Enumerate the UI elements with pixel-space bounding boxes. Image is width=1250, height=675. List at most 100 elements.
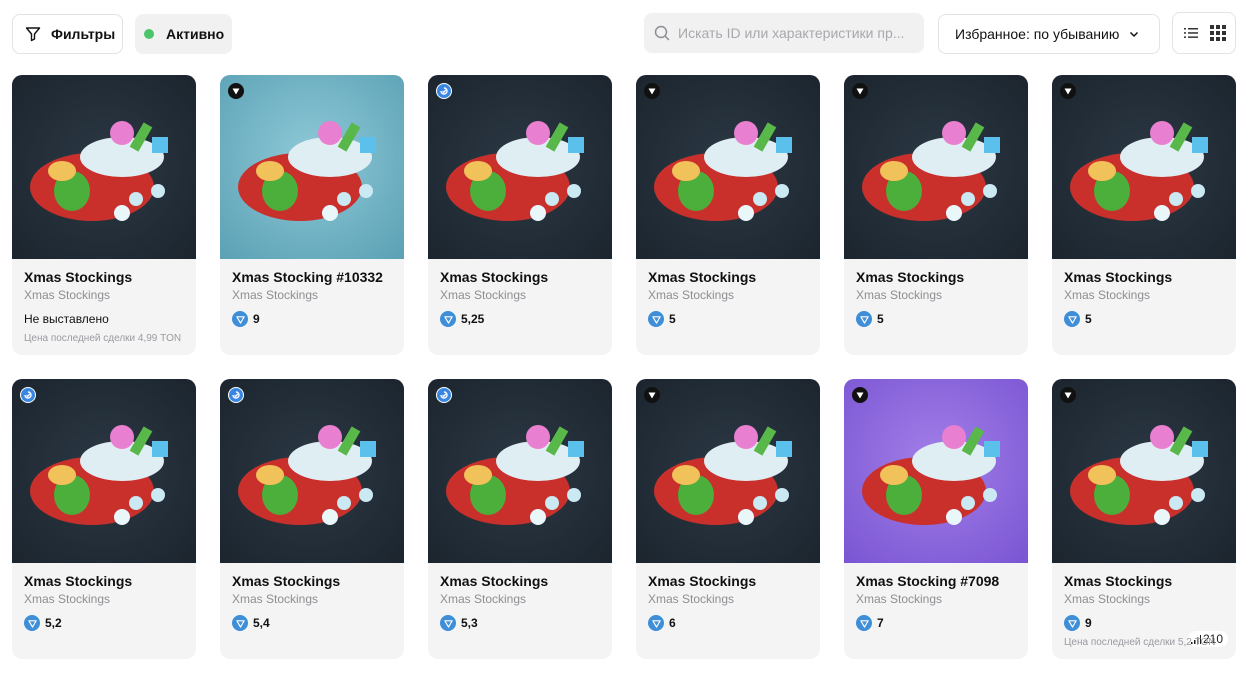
chevron-down-icon [1130,31,1139,38]
item-card[interactable]: Xmas Stockings Xmas Stockings 5,2 [12,379,196,659]
ton-icon [648,311,664,327]
active-filter-chip[interactable]: Активно [135,14,232,54]
item-price: 9 [1064,615,1092,631]
sort-dropdown[interactable]: Избранное: по убыванию [938,14,1160,54]
price-value: 5,3 [461,616,478,630]
sort-label: Избранное: по убыванию [955,26,1120,42]
ton-icon [440,615,456,631]
item-title: Xmas Stockings [232,573,341,589]
item-card[interactable]: Xmas Stockings Xmas Stockings 5,4 [220,379,404,659]
list-view-icon [1183,28,1198,38]
market-icon [1060,83,1076,99]
item-image [220,75,404,259]
item-title: Xmas Stocking #10332 [232,269,383,285]
filter-icon [25,27,41,42]
item-collection: Xmas Stockings [856,592,943,606]
grid-view-icon [1209,25,1226,41]
item-card[interactable]: Xmas Stockings Xmas Stockings 5 [844,75,1028,355]
item-image [636,379,820,563]
listing-status: Не выставлено [24,312,109,326]
item-title: Xmas Stockings [1064,269,1173,285]
item-collection: Xmas Stockings [440,288,527,302]
item-price: 7 [856,615,884,631]
item-price: 9 [232,311,260,327]
item-price: 5,3 [440,615,478,631]
price-value: 5 [877,312,884,326]
filters-label: Фильтры [51,26,116,42]
ton-icon [1064,615,1080,631]
item-image [12,75,196,259]
ton-icon [856,615,872,631]
price-value: 7 [877,616,884,630]
filters-button[interactable]: Фильтры [12,14,123,54]
search-input[interactable] [678,25,908,41]
item-image [636,75,820,259]
verified-icon [20,387,36,403]
list-view-button[interactable] [1178,20,1204,46]
market-icon [1060,387,1076,403]
item-image [1052,75,1236,259]
item-collection: Xmas Stockings [440,592,527,606]
item-title: Xmas Stockings [856,269,965,285]
item-card[interactable]: Xmas Stockings Xmas Stockings Не выставлен… [12,75,196,355]
price-value: 9 [1085,616,1092,630]
item-image [428,75,612,259]
item-card[interactable]: Xmas Stocking #10332 Xmas Stockings 9 [220,75,404,355]
item-title: Xmas Stockings [648,269,757,285]
active-label: Активно [166,26,225,42]
item-price: 5 [1064,311,1092,327]
price-value: 5,4 [253,616,270,630]
item-price: 6 [648,615,676,631]
item-collection: Xmas Stockings [24,592,111,606]
item-card[interactable]: Xmas Stocking #7098 Xmas Stockings 7 [844,379,1028,659]
item-title: Xmas Stockings [440,573,549,589]
last-deal-price: Цена последней сделки 4,99 TON [24,333,182,344]
item-price: 5,2 [24,615,62,631]
item-price: 5,25 [440,311,484,327]
verified-icon [436,83,452,99]
ton-icon [648,615,664,631]
item-image [844,379,1028,563]
item-collection: Xmas Stockings [24,288,111,302]
price-value: 6 [669,616,676,630]
search-box [644,13,924,53]
price-value: 5 [669,312,676,326]
item-title: Xmas Stockings [24,573,133,589]
item-card[interactable]: Xmas Stockings Xmas Stockings 5 [636,75,820,355]
item-collection: Xmas Stockings [1064,288,1151,302]
ton-icon [440,311,456,327]
item-price: 5 [856,311,884,327]
price-value: 5,25 [461,312,485,326]
toolbar: Фильтры Активно Избранное: по убыванию [0,0,1250,68]
item-image [844,75,1028,259]
item-collection: Xmas Stockings [648,288,735,302]
market-icon [852,387,868,403]
item-price: 5,4 [232,615,270,631]
item-title: Xmas Stocking #7098 [856,573,1000,589]
item-image [220,379,404,563]
item-card[interactable]: Xmas Stockings Xmas Stockings 5,25 [428,75,612,355]
item-card[interactable]: Xmas Stockings Xmas Stockings 6 [636,379,820,659]
status-dot [144,29,154,39]
market-icon [852,83,868,99]
item-collection: Xmas Stockings [232,592,319,606]
item-card[interactable]: Xmas Stockings Xmas Stockings 5 [1052,75,1236,355]
ton-icon [1064,311,1080,327]
last-deal-price: Цена последней сделки 5,2 TON [1064,637,1216,648]
market-icon [644,387,660,403]
market-icon [228,83,244,99]
item-image [428,379,612,563]
item-collection: Xmas Stockings [1064,592,1151,606]
item-card[interactable]: Xmas Stockings Xmas Stockings 5,3 [428,379,612,659]
item-collection: Xmas Stockings [648,592,735,606]
item-title: Xmas Stockings [1064,573,1173,589]
item-card[interactable]: 210 Xmas Stockings Xmas Stockings 9 Цена пос… [1052,379,1236,659]
price-value: 5,2 [45,616,62,630]
ton-icon [232,615,248,631]
item-price: 5 [648,311,676,327]
item-collection: Xmas Stockings [856,288,943,302]
search-icon [654,25,670,41]
grid-view-button[interactable] [1205,20,1231,46]
market-icon [644,83,660,99]
price-value: 9 [253,312,260,326]
